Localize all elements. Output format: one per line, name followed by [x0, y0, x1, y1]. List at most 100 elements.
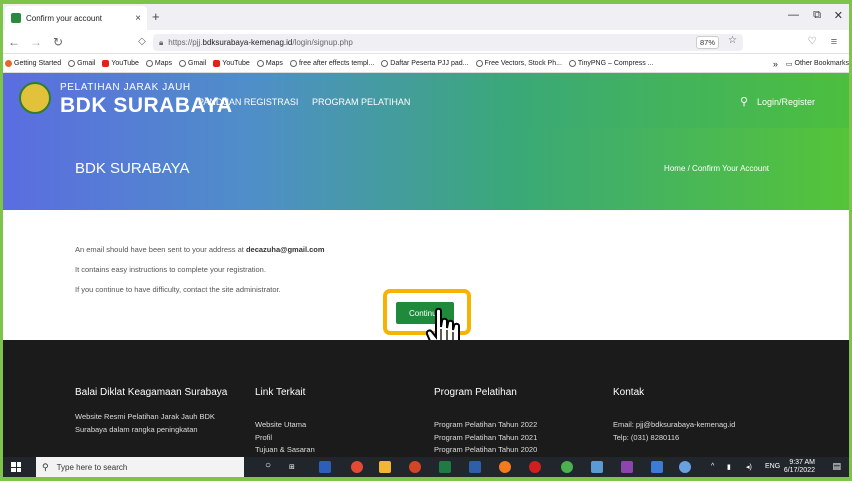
- footer-link-website-utama[interactable]: Website Utama: [255, 419, 315, 432]
- url-path: /login/signup.php: [292, 38, 353, 47]
- bookmark-item[interactable]: Maps: [256, 59, 283, 67]
- reload-icon[interactable]: ↻: [47, 35, 69, 49]
- bookmark-item[interactable]: TinyPNG – Compress ...: [568, 59, 654, 67]
- tray-chevron-icon[interactable]: ^: [711, 463, 714, 470]
- navigation-bar: ← → ↻ ◇ 🔒︎ https://pjj. bdksurabaya-kemen…: [3, 30, 849, 54]
- footer-contact-title: Kontak: [613, 387, 645, 398]
- footer-programs: Program Pelatihan Program Pelatihan Tahu…: [434, 385, 537, 457]
- bookmark-item[interactable]: Getting Started: [5, 59, 61, 67]
- task-view-icon[interactable]: ⊞: [289, 463, 295, 471]
- new-tab-button[interactable]: +: [152, 9, 160, 24]
- firefox-icon[interactable]: [499, 461, 511, 473]
- site-favicon-icon: [11, 13, 21, 23]
- file-explorer-icon[interactable]: [379, 461, 391, 473]
- other-bookmarks[interactable]: Other Bookmarks: [795, 60, 849, 67]
- page-banner: BDK SURABAYA Home / Confirm Your Account: [3, 128, 849, 210]
- bookmark-item[interactable]: Maps: [145, 59, 172, 67]
- address-bar[interactable]: 🔒︎ https://pjj. bdksurabaya-kemenag.id/lo…: [153, 34, 743, 51]
- word-icon[interactable]: [319, 461, 331, 473]
- bookmark-item[interactable]: YouTube: [213, 59, 250, 67]
- shield-icon[interactable]: ◇: [131, 36, 153, 47]
- globe-icon: [381, 59, 389, 67]
- getting-started-icon: [5, 59, 12, 67]
- minimize-button[interactable]: —: [788, 9, 799, 21]
- menu-icon[interactable]: ≡: [823, 36, 845, 48]
- globe-icon: [179, 59, 187, 67]
- opera-icon[interactable]: [529, 461, 541, 473]
- footer-programs-title: Program Pelatihan: [434, 387, 517, 398]
- footer-link-tujuan[interactable]: Tujuan & Sasaran: [255, 444, 315, 457]
- url-domain: bdksurabaya-kemenag.id: [202, 38, 293, 47]
- app-icon[interactable]: [469, 461, 481, 473]
- brand-subtitle: PELATIHAN JARAK JAUH: [60, 82, 191, 93]
- cortana-icon[interactable]: ○: [265, 460, 271, 471]
- excel-icon[interactable]: [439, 461, 451, 473]
- language-indicator[interactable]: ENG: [765, 463, 780, 470]
- tab-confirm-account[interactable]: Confirm your account ×: [5, 6, 147, 30]
- pocket-icon[interactable]: ♡: [801, 36, 823, 47]
- folder-icon: ▭: [785, 60, 793, 68]
- footer-email[interactable]: Email: pjj@bdksurabaya-kemenag.id: [613, 419, 735, 432]
- globe-icon: [475, 59, 483, 67]
- bookmark-item[interactable]: Gmail: [179, 59, 206, 67]
- bookmark-item[interactable]: YouTube: [102, 59, 139, 67]
- login-register-link[interactable]: Login/Register: [757, 97, 815, 107]
- windows-taskbar: ⚲ Type here to search ○ ⊞ ^ ▮ ◂) ENG 9:3…: [3, 457, 849, 477]
- footer-link-program-2022[interactable]: Program Pelatihan Tahun 2022: [434, 419, 537, 432]
- zoom-level[interactable]: 87%: [695, 36, 719, 49]
- globe-icon: [568, 59, 576, 67]
- footer-link-program-2021[interactable]: Program Pelatihan Tahun 2021: [434, 432, 537, 445]
- bookmark-item[interactable]: Gmail: [68, 59, 95, 67]
- footer-about-title: Balai Diklat Keagamaan Surabaya: [75, 387, 228, 398]
- tab-title: Confirm your account: [26, 13, 103, 23]
- site-footer: Balai Diklat Keagamaan Surabaya Website …: [3, 340, 849, 457]
- more-bookmarks-button[interactable]: »: [773, 59, 778, 69]
- footer-about: Balai Diklat Keagamaan Surabaya Website …: [75, 385, 235, 436]
- forward-arrow-icon[interactable]: →: [25, 35, 47, 49]
- app-icon[interactable]: [621, 461, 633, 473]
- bookmarks-overflow: » ▭ Other Bookmarks: [766, 54, 849, 72]
- breadcrumb[interactable]: Home / Confirm Your Account: [664, 164, 769, 173]
- powerpoint-icon[interactable]: [409, 461, 421, 473]
- speaker-icon[interactable]: ◂): [746, 463, 752, 471]
- clock[interactable]: 9:37 AM 6/17/2022: [784, 459, 815, 475]
- tab-strip: Confirm your account × + — ⧉ ✕: [3, 4, 849, 30]
- youtube-icon: [102, 59, 110, 67]
- bookmark-item[interactable]: Free Vectors, Stock Ph...: [475, 59, 562, 67]
- nav-program-pelatihan[interactable]: PROGRAM PELATIHAN: [312, 97, 410, 107]
- back-arrow-icon[interactable]: ←: [3, 35, 25, 49]
- kemenag-logo-icon[interactable]: [19, 82, 51, 114]
- search-placeholder: Type here to search: [56, 462, 128, 472]
- instructions-line: It contains easy instructions to complet…: [75, 265, 266, 274]
- bookmark-item[interactable]: Daftar Peserta PJJ pad...: [381, 59, 469, 67]
- windows-start-icon[interactable]: [11, 462, 21, 472]
- footer-link-profil[interactable]: Profil: [255, 432, 315, 445]
- app-icon[interactable]: [651, 461, 663, 473]
- difficulty-line: If you continue to have difficulty, cont…: [75, 285, 281, 294]
- volume-icon[interactable]: ▮: [727, 463, 731, 471]
- bookmark-star-icon[interactable]: ☆: [728, 35, 737, 46]
- nav-panduan-registrasi[interactable]: PANDUAN REGISTRASI: [198, 97, 298, 107]
- bookmark-item[interactable]: free after effects templ...: [289, 59, 374, 67]
- close-window-button[interactable]: ✕: [834, 9, 843, 22]
- taskbar-search-box[interactable]: ⚲ Type here to search: [36, 457, 244, 477]
- footer-about-text: Website Resmi Pelatihan Jarak Jauh BDK: [75, 412, 215, 421]
- footer-link-program-2020[interactable]: Program Pelatihan Tahun 2020: [434, 444, 537, 457]
- globe-icon: [68, 59, 76, 67]
- chrome-icon[interactable]: [561, 461, 573, 473]
- bookmarks-bar: Getting Started Gmail YouTube Maps Gmail…: [3, 54, 849, 73]
- app-icon[interactable]: [679, 461, 691, 473]
- footer-contact: Kontak Email: pjj@bdksurabaya-kemenag.id…: [613, 385, 735, 444]
- email-sent-line: An email should have been sent to your a…: [75, 245, 325, 254]
- clock-date: 6/17/2022: [783, 467, 815, 474]
- search-icon: ⚲: [42, 461, 49, 472]
- browser-window: Confirm your account × + — ⧉ ✕ ← → ↻ ◇ 🔒…: [3, 4, 849, 477]
- notification-icon[interactable]: ▤: [832, 461, 841, 472]
- footer-about-text: Surabaya dalam rangka peningkatan: [75, 424, 198, 434]
- restore-button[interactable]: ⧉: [813, 9, 821, 22]
- page-title: BDK SURABAYA: [75, 160, 190, 177]
- footer-links-title: Link Terkait: [255, 387, 306, 398]
- chrome-icon[interactable]: [351, 461, 363, 473]
- tab-close-icon[interactable]: ×: [135, 13, 141, 24]
- app-icon[interactable]: [591, 461, 603, 473]
